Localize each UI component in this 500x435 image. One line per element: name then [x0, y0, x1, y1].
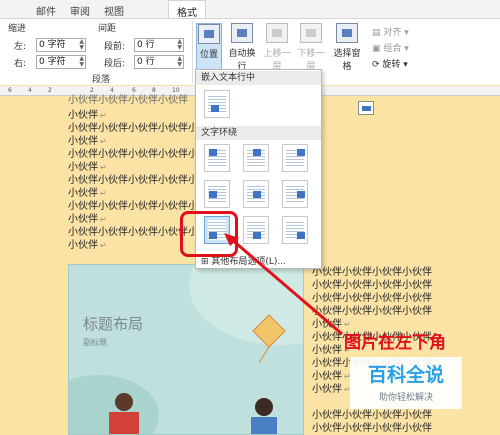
- doc-line: 小伙伴小伙伴小伙伴小伙伴: [312, 410, 432, 421]
- spacing-before-label: 段前:: [104, 42, 126, 52]
- send-backward-icon: [300, 23, 322, 43]
- spin-arrows-icon[interactable]: ▲ ▼: [79, 56, 84, 68]
- wrap-top-left[interactable]: [204, 144, 230, 172]
- image-title: 标题布局: [83, 315, 144, 333]
- wrap-top-right[interactable]: [282, 144, 308, 172]
- tab-format[interactable]: 格式: [168, 0, 206, 19]
- child-reading-icon: [109, 393, 139, 434]
- doc-line: 小伙伴 ↵: [68, 214, 107, 225]
- tab-bar: 邮件 审阅 视图 格式: [0, 0, 500, 19]
- annotation-arrow-icon: [224, 233, 343, 336]
- annotation-text: 图片在左下角: [344, 333, 446, 353]
- spin-arrows-icon[interactable]: ▲ ▼: [79, 39, 84, 51]
- spacing-after-label: 段后:: [104, 59, 126, 69]
- watermark-sub: 助你轻松解决: [378, 393, 433, 403]
- watermark: 百科全说 助你轻松解决: [350, 357, 462, 409]
- wrap-top-center[interactable]: [243, 144, 269, 172]
- doc-line: 小伙伴 ↵: [68, 110, 107, 121]
- watermark-main: 百科全说: [367, 364, 444, 386]
- position-button[interactable]: 位置: [196, 23, 222, 71]
- inline-option[interactable]: [204, 90, 230, 118]
- bring-forward-button[interactable]: 上移一层: [262, 23, 292, 72]
- spacing-after-input[interactable]: 0 行 ▲ ▼: [134, 55, 184, 69]
- doc-line: 小伙伴 ↵: [68, 136, 107, 147]
- group-separator: [192, 21, 193, 83]
- spacing-before-input[interactable]: 0 行 ▲ ▼: [134, 38, 184, 52]
- selection-pane-button[interactable]: 选择窗格: [330, 23, 364, 72]
- layout-icon: ⊞: [201, 257, 212, 267]
- wrap-middle-center[interactable]: [243, 180, 269, 208]
- align-button[interactable]: ▤ 对齐 ▾: [372, 25, 409, 38]
- doc-line: 小伙伴小伙伴小伙伴小伙伴: [68, 95, 188, 106]
- align-icon: ▤: [372, 28, 384, 38]
- image-subtitle: 副标题: [83, 338, 107, 347]
- spin-arrows-icon[interactable]: ▲ ▼: [177, 39, 182, 51]
- send-backward-button[interactable]: 下移一层: [296, 23, 326, 72]
- doc-line: 小伙伴 ↵: [68, 240, 107, 251]
- wrap-text-button[interactable]: 自动换行: [226, 23, 258, 72]
- indent-right-label: 右:: [14, 59, 27, 69]
- indent-right-input[interactable]: 0 字符 ▲ ▼: [36, 55, 86, 69]
- rotate-button[interactable]: ⟳ 旋转 ▾: [372, 57, 408, 70]
- doc-line: 小伙伴 ↵: [312, 371, 351, 382]
- tab-mail[interactable]: 邮件: [36, 3, 56, 18]
- wrap-middle-right[interactable]: [282, 180, 308, 208]
- indent-left-label: 左:: [14, 42, 27, 52]
- paragraph-group-title: 段落: [92, 75, 111, 85]
- wrap-header: 文字环绕: [196, 126, 321, 140]
- inline-header: 嵌入文本行中: [196, 71, 321, 85]
- position-icon: [198, 24, 220, 44]
- group-button[interactable]: ▣ 组合 ▾: [372, 41, 409, 54]
- layout-options-icon[interactable]: [358, 101, 374, 115]
- spin-arrows-icon[interactable]: ▲ ▼: [177, 56, 182, 68]
- selection-pane-icon: [336, 23, 358, 43]
- wrap-text-icon: [231, 23, 253, 43]
- child-icon: [251, 398, 277, 434]
- tab-review[interactable]: 审阅: [70, 3, 90, 18]
- doc-line: 小伙伴 ↵: [312, 384, 351, 395]
- indent-label: 缩进: [8, 24, 27, 34]
- doc-line: 小伙伴小伙伴小伙伴小伙伴: [312, 423, 432, 434]
- tab-view[interactable]: 视图: [104, 3, 124, 18]
- group-icon: ▣: [372, 44, 384, 54]
- doc-line: 小伙伴 ↵: [68, 162, 107, 173]
- indent-left-input[interactable]: 0 字符 ▲ ▼: [36, 38, 86, 52]
- wrap-middle-left[interactable]: [204, 180, 230, 208]
- bring-forward-icon: [266, 23, 288, 43]
- spacing-label: 间距: [98, 24, 117, 34]
- doc-line: 小伙伴 ↵: [68, 188, 107, 199]
- rotate-icon: ⟳: [372, 60, 383, 70]
